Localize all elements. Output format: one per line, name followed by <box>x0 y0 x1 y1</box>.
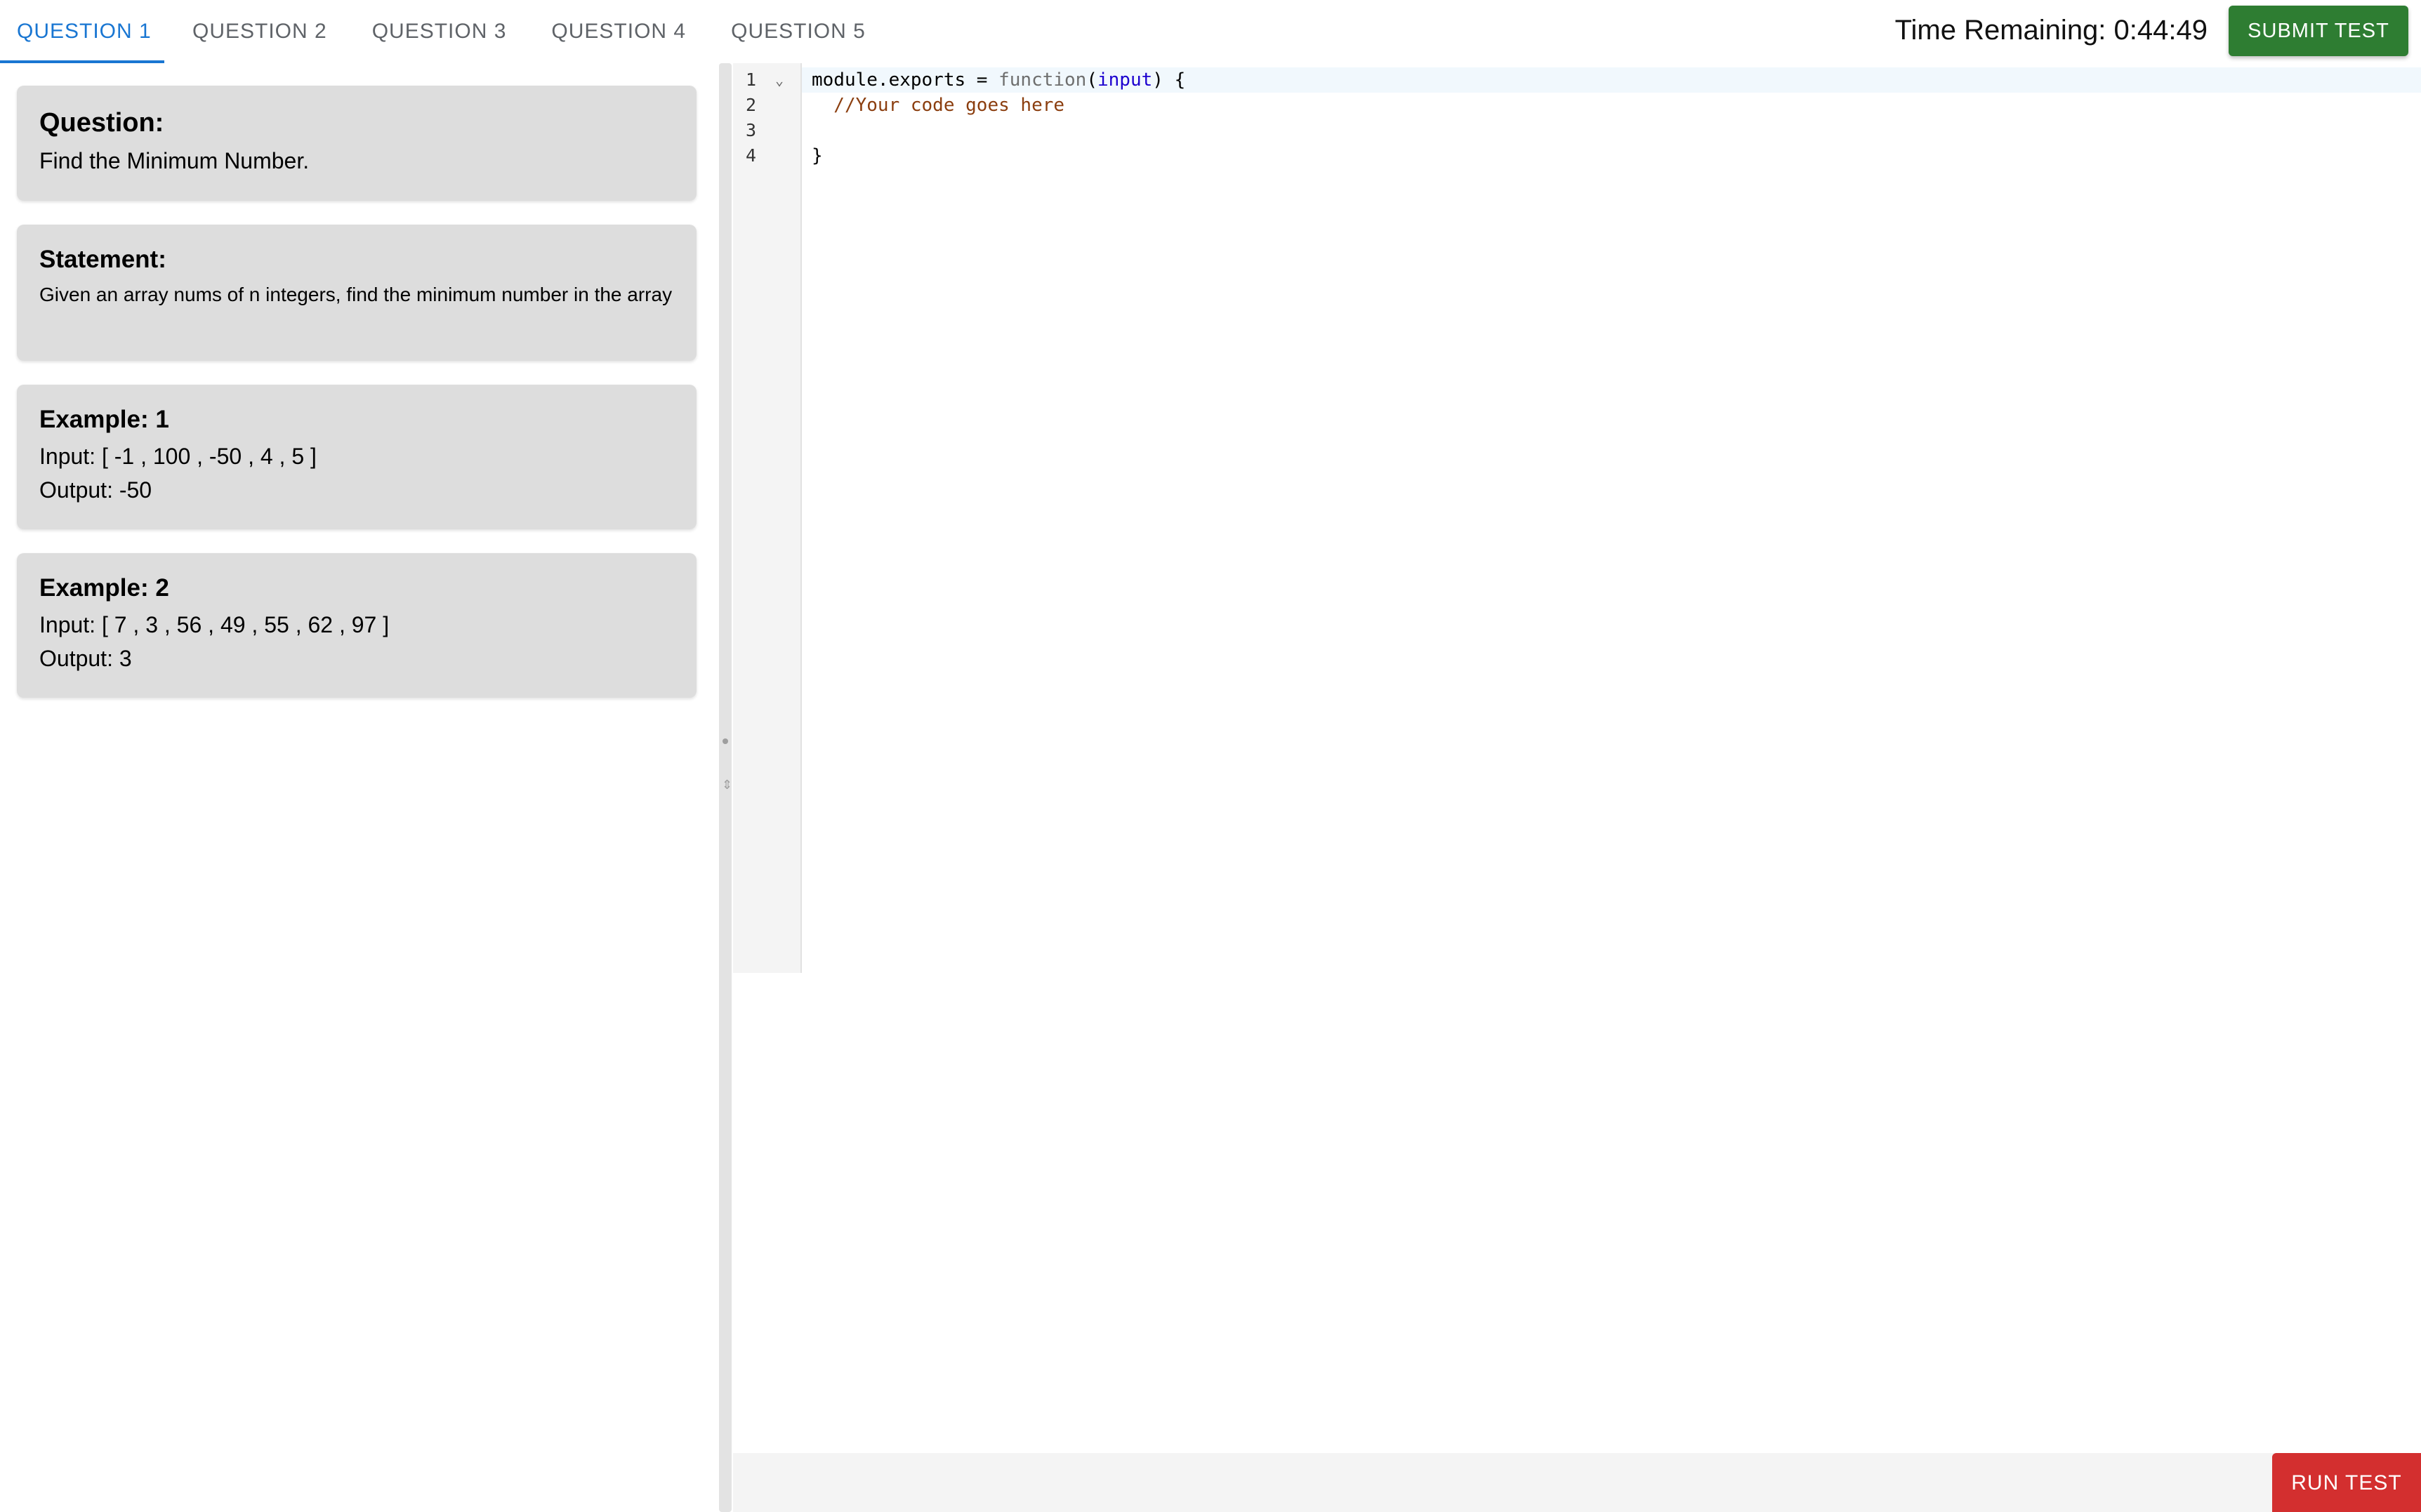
fold-chevron-icon[interactable]: ⌄ <box>775 67 784 93</box>
code-token: ( <box>1086 69 1097 91</box>
code-line-4[interactable]: } <box>802 143 2421 168</box>
editor-footer: RUN TEST <box>733 1453 2421 1512</box>
code-token: } <box>812 145 823 166</box>
example-card-2: Example: 2 Input: [ 7 , 3 , 56 , 49 , 55… <box>17 553 697 698</box>
statement-text: Given an array nums of n integers, find … <box>39 284 673 305</box>
question-text: Find the Minimum Number. <box>39 148 310 173</box>
line-number: 3 <box>746 120 757 140</box>
question-tabs: QUESTION 1 QUESTION 2 QUESTION 3 QUESTIO… <box>0 0 894 63</box>
panel-resize-handle[interactable]: ⇕ <box>719 63 732 1512</box>
time-remaining: Time Remaining: 0:44:49 <box>1894 14 2208 46</box>
code-keyword: function <box>998 69 1087 91</box>
example-title: Example: 2 <box>39 574 169 602</box>
tab-question-3[interactable]: QUESTION 3 <box>355 0 524 63</box>
line-number-gutter: 1 ⌄ 2 3 4 <box>733 63 802 973</box>
line-number: 2 <box>746 95 757 115</box>
code-comment: //Your code goes here <box>812 95 1065 116</box>
question-card: Question: Find the Minimum Number. <box>17 86 697 201</box>
code-line-1[interactable]: module.exports = function(input) { <box>802 67 2421 93</box>
top-bar: QUESTION 1 QUESTION 2 QUESTION 3 QUESTIO… <box>0 0 2421 63</box>
problem-panel: Question: Find the Minimum Number. State… <box>0 63 715 1512</box>
example-input: Input: [ 7 , 3 , 56 , 49 , 55 , 62 , 97 … <box>39 612 390 637</box>
statement-title: Statement: <box>39 246 166 273</box>
code-token: ) { <box>1152 69 1186 91</box>
example-output: Output: 3 <box>39 646 132 671</box>
statement-card: Statement: Given an array nums of n inte… <box>17 225 697 361</box>
tab-question-1[interactable]: QUESTION 1 <box>0 0 164 63</box>
question-title: Question: <box>39 108 164 138</box>
code-text-area[interactable]: module.exports = function(input) { //You… <box>802 63 2421 973</box>
line-number: 4 <box>746 145 757 166</box>
code-editor[interactable]: 1 ⌄ 2 3 4 module.exports = function(inpu… <box>733 63 2421 1453</box>
code-param: input <box>1097 69 1153 91</box>
app-root: QUESTION 1 QUESTION 2 QUESTION 3 QUESTIO… <box>0 0 2421 1512</box>
resize-grip-icon: ⇕ <box>722 778 733 792</box>
example-card-1: Example: 1 Input: [ -1 , 100 , -50 , 4 ,… <box>17 385 697 529</box>
tab-question-5[interactable]: QUESTION 5 <box>714 0 883 63</box>
code-line-3[interactable] <box>802 118 2421 143</box>
resize-dot-icon <box>723 738 728 744</box>
code-line-2[interactable]: //Your code goes here <box>802 93 2421 118</box>
example-output: Output: -50 <box>39 477 152 503</box>
run-test-button[interactable]: RUN TEST <box>2272 1453 2421 1512</box>
code-token: module.exports = <box>812 69 999 91</box>
example-input: Input: [ -1 , 100 , -50 , 4 , 5 ] <box>39 444 317 469</box>
tab-question-4[interactable]: QUESTION 4 <box>534 0 703 63</box>
tab-question-2[interactable]: QUESTION 2 <box>176 0 344 63</box>
line-number: 1 ⌄ <box>746 67 788 93</box>
example-title: Example: 1 <box>39 406 169 433</box>
submit-test-button[interactable]: SUBMIT TEST <box>2229 6 2408 56</box>
